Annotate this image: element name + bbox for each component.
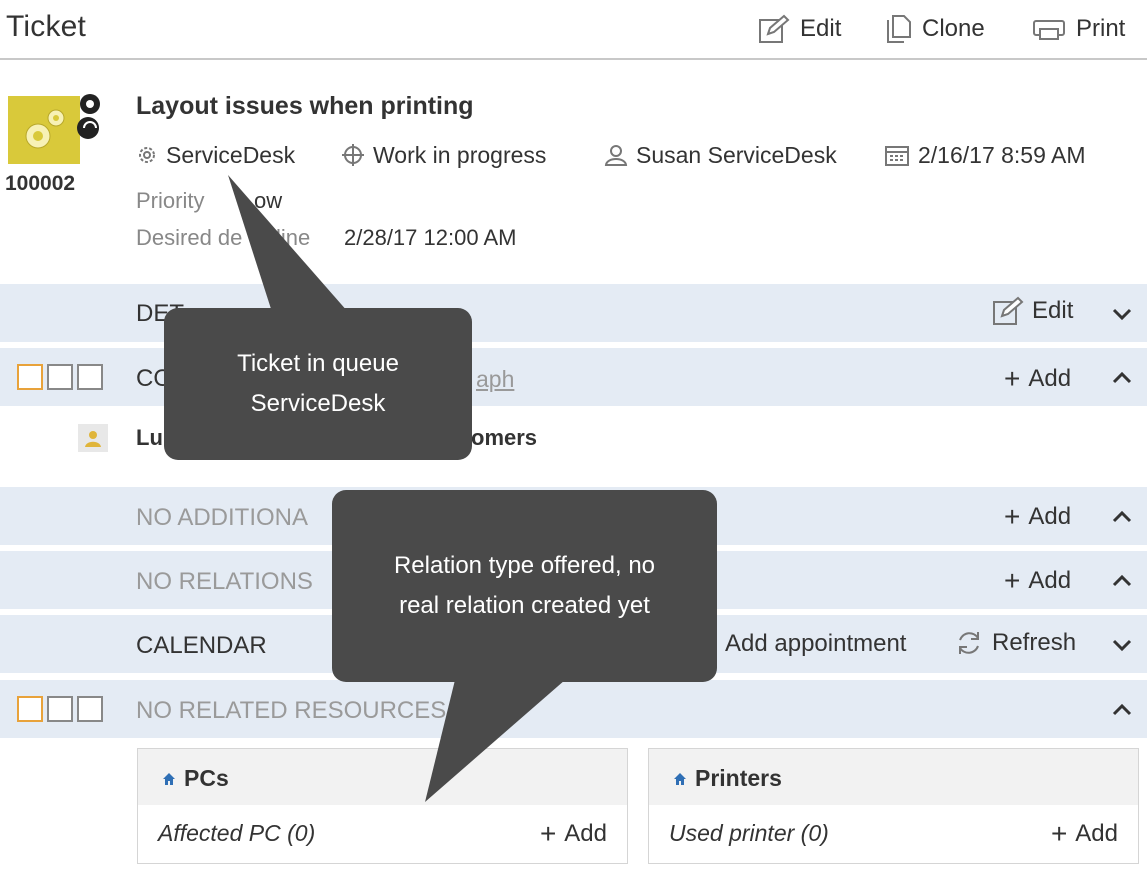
agent-field[interactable]: Susan ServiceDesk: [604, 140, 837, 170]
clone-button[interactable]: Clone: [886, 12, 985, 46]
chevron-up-icon[interactable]: [1110, 505, 1134, 529]
edit-icon: [993, 296, 1024, 325]
ticket-id: 100002: [5, 172, 76, 195]
refresh-label: Refresh: [992, 629, 1077, 656]
page-title: Ticket: [6, 10, 87, 43]
contacts-add-button[interactable]: + Add: [1004, 363, 1071, 395]
clone-icon: [887, 15, 911, 43]
ticket-title: Layout issues when printing: [136, 92, 474, 120]
resources-section: NO RELATED RESOURCES: [0, 680, 1147, 738]
refresh-button[interactable]: Refresh: [954, 628, 1076, 658]
calendar-title: CALENDAR: [136, 632, 267, 659]
print-button[interactable]: Print: [1032, 12, 1125, 46]
gear-icon: [139, 147, 155, 163]
calendar-icon: [885, 146, 909, 166]
add-appointment-label: Add appointment: [725, 630, 907, 657]
deadline-value: 2/28/17 12:00 AM: [344, 225, 517, 250]
contacts-graph-link[interactable]: aph: [476, 366, 514, 393]
contacts-add-label: Add: [1028, 365, 1072, 392]
relation-callout: Relation type offered, no real relation …: [332, 490, 717, 682]
view-detail-icon[interactable]: [47, 696, 73, 722]
chevron-down-icon[interactable]: [1110, 302, 1134, 326]
view-switcher: [17, 696, 103, 722]
view-full-icon[interactable]: [77, 696, 103, 722]
refresh-icon: [959, 632, 979, 654]
pcs-card-header: PCs: [138, 749, 627, 805]
view-detail-icon[interactable]: [47, 364, 73, 390]
plus-icon: +: [1004, 501, 1021, 532]
view-full-icon[interactable]: [77, 364, 103, 390]
additional-add-button[interactable]: + Add: [1004, 501, 1071, 533]
home-icon: [674, 772, 686, 785]
plus-icon: +: [1004, 363, 1021, 394]
pcs-relation-label: Affected PC (0): [158, 820, 316, 846]
person-icon: [78, 424, 108, 452]
page-header: Ticket Edit Clone Print: [0, 0, 1147, 60]
resources-title: NO RELATED RESOURCES: [136, 697, 447, 724]
pcs-card-title-wrap: PCs: [162, 765, 229, 792]
date-value: 2/16/17 8:59 AM: [918, 141, 1086, 168]
printers-card: Printers Used printer (0) + Add: [648, 748, 1139, 864]
pcs-add-label: Add: [564, 820, 607, 847]
queue-callout-line-1: Ticket in queue: [237, 350, 399, 377]
view-switcher: [17, 364, 103, 390]
plus-icon: +: [539, 818, 557, 849]
priority-label: Priority: [136, 188, 205, 213]
status-icon: [342, 144, 364, 166]
printers-relation-label: Used printer (0): [669, 820, 829, 846]
details-edit-button[interactable]: Edit: [992, 296, 1073, 326]
agent-value: Susan ServiceDesk: [636, 141, 837, 168]
chevron-up-icon[interactable]: [1110, 569, 1134, 593]
add-appointment-button[interactable]: Add appointment: [725, 630, 906, 658]
pcs-add-button[interactable]: + Add: [540, 818, 607, 850]
additional-add-label: Add: [1028, 503, 1072, 530]
clone-label: Clone: [922, 15, 985, 42]
queue-callout: Ticket in queue ServiceDesk: [164, 308, 472, 460]
relations-add-label: Add: [1028, 567, 1072, 594]
ticket-type-logo: [8, 94, 100, 164]
queue-field[interactable]: ServiceDesk: [136, 140, 295, 170]
printers-card-title: Printers: [695, 765, 782, 791]
status-value: Work in progress: [373, 141, 547, 168]
status-field[interactable]: Work in progress: [341, 140, 546, 170]
pcs-card: PCs Affected PC (0) + Add: [137, 748, 628, 864]
edit-label: Edit: [800, 15, 842, 42]
relation-callout-line-2: real relation created yet: [399, 592, 650, 619]
edit-button[interactable]: Edit: [758, 12, 841, 46]
printers-card-title-wrap: Printers: [673, 765, 782, 792]
deadline-label-end: line: [276, 225, 311, 250]
chevron-down-icon[interactable]: [1110, 633, 1134, 657]
queue-callout-line-2: ServiceDesk: [250, 390, 386, 417]
printers-card-header: Printers: [649, 749, 1138, 805]
edit-icon: [759, 14, 790, 43]
date-field: 2/16/17 8:59 AM: [884, 140, 1086, 170]
contact-organization: omers: [471, 425, 538, 450]
pcs-card-title: PCs: [184, 765, 229, 791]
printers-add-label: Add: [1075, 820, 1118, 847]
chevron-up-icon[interactable]: [1110, 366, 1134, 390]
details-edit-label: Edit: [1032, 297, 1074, 324]
user-icon: [604, 145, 628, 166]
view-list-icon[interactable]: [17, 696, 43, 722]
printers-add-button[interactable]: + Add: [1051, 818, 1118, 850]
plus-icon: +: [1004, 565, 1021, 596]
priority-value: ow: [254, 188, 283, 213]
print-label: Print: [1076, 15, 1126, 42]
home-icon: [163, 772, 175, 785]
additional-title: NO ADDITIONA: [136, 504, 309, 531]
queue-value: ServiceDesk: [166, 141, 296, 168]
deadline-label: Desired de: [136, 225, 243, 250]
view-list-icon[interactable]: [17, 364, 43, 390]
print-icon: [1033, 20, 1065, 40]
relations-add-button[interactable]: + Add: [1004, 565, 1071, 597]
chevron-up-icon[interactable]: [1110, 698, 1134, 722]
plus-icon: +: [1050, 818, 1068, 849]
relations-title: NO RELATIONS: [136, 568, 313, 595]
relation-callout-line-1: Relation type offered, no: [393, 552, 656, 579]
